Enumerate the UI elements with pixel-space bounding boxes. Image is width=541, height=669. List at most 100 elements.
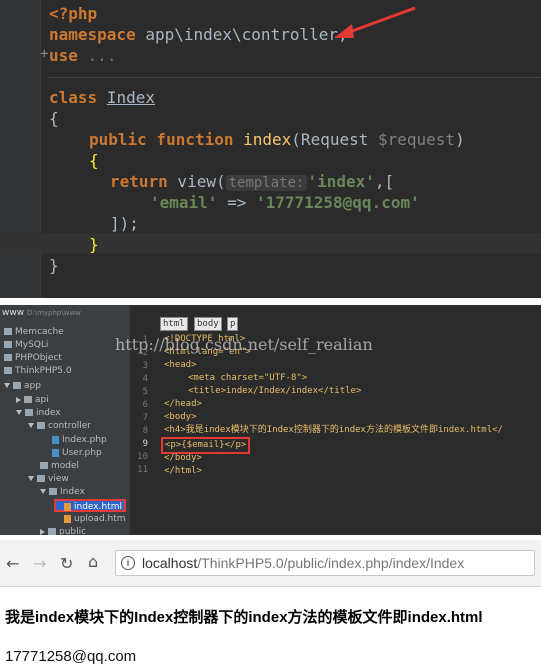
folder-icon [37,475,45,482]
brace: } [49,256,59,275]
browser-toolbar: ← → ↻ ⌂ i localhost/ThinkPHP5.0/public/i… [0,540,541,587]
reload-icon[interactable]: ↻ [60,554,73,573]
namespace-keyword: namespace [49,25,136,44]
code-line-8[interactable]: return view(template:'index',[ [110,171,394,194]
fold-plus-icon[interactable]: + [40,46,48,62]
expand-icon [4,383,10,388]
tree-item-api[interactable]: api [16,394,49,406]
address-bar[interactable]: i localhost/ThinkPHP5.0/public/index.php… [115,550,535,576]
line-number: 6 [142,400,148,410]
expand-icon [28,476,34,481]
template-string: 'index' [307,172,375,191]
tree-item-view-index[interactable]: Index [40,486,85,498]
body-open-line[interactable]: <body> [164,411,197,424]
php-code-editor: <?php namespace app\index\controller; us… [0,0,541,298]
line-number: 5 [142,387,148,397]
email-key: 'email' [150,193,218,212]
head-close-line[interactable]: </head> [164,398,202,411]
folder-icon [4,354,12,361]
tree-item-index-html[interactable]: index.html [54,499,126,512]
expand-icon [16,410,22,415]
folder-icon [4,341,12,348]
h4-line[interactable]: <h4>我是index模块下的Index控制器下的index方法的模板文件即in… [164,424,503,437]
tree-item-upload-htm[interactable]: upload.htm [64,513,126,525]
folder-icon [40,462,48,469]
breadcrumb-body[interactable]: body [194,317,222,331]
code-line-1[interactable]: <?php [49,3,97,24]
code-line-5[interactable]: { [49,108,59,129]
return-keyword: return [110,172,168,191]
line-number: 7 [142,413,148,423]
tree-root[interactable]: www D:\myphp\www [2,307,81,319]
back-arrow-icon[interactable]: ← [6,554,19,573]
tree-item-index-php[interactable]: Index.php [52,434,107,446]
tree-item-app[interactable]: app [4,380,41,392]
php-file-icon [52,435,59,444]
line-number: 3 [142,361,148,371]
code-line-7[interactable]: { [89,150,99,171]
brace: { [49,109,59,128]
folder-icon [48,528,56,535]
tree-item-model[interactable]: model [40,460,79,472]
tree-item-public[interactable]: public [40,526,86,535]
tree-item-thinkphp[interactable]: ThinkPHP5.0 [4,365,72,377]
collapse-icon [16,396,21,403]
php-file-icon [52,448,59,457]
breadcrumb-p[interactable]: p [227,317,239,331]
tree-item-mysqli[interactable]: MySQLi [4,339,48,351]
watermark: http://blog.csdn.net/self_realian [115,335,373,354]
code-line-4[interactable]: class Index [49,87,155,108]
collapse-icon [40,528,45,535]
folder-icon [49,488,57,495]
line-number: 10 [137,452,148,462]
line-number: 8 [142,426,148,436]
page-heading: 我是index模块下的Index控制器下的index方法的模板文件即index.… [5,609,483,626]
template-editor-panel: www D:\myphp\www Memcache MySQLi PHPObje… [0,305,541,535]
tree-item-memcache[interactable]: Memcache [4,326,64,338]
current-line-highlight [0,233,541,254]
html-file-icon [64,514,71,523]
code-line-12[interactable]: } [49,255,59,276]
title-line[interactable]: <title>index/Index/index</title> [188,385,361,398]
code-line-2[interactable]: namespace app\index\controller; [49,24,348,45]
method-name: index [233,130,292,149]
html-close-line[interactable]: </html> [164,465,202,478]
line-number: 11 [137,465,148,475]
home-icon[interactable]: ⌂ [88,552,98,571]
code-line-9[interactable]: 'email' => '17771258@qq.com' [150,192,420,213]
folder-icon [4,367,12,374]
tree-item-controller[interactable]: controller [28,420,91,432]
namespace-path: app\index\controller; [135,25,348,44]
parameter-hint: template: [225,175,308,191]
tree-item-view[interactable]: view [28,473,69,485]
code-line-6[interactable]: public function index(Request $request) [89,129,465,150]
tree-item-phpobject[interactable]: PHPObject [4,352,62,364]
folded-imports[interactable]: ... [78,46,117,65]
code-line-11[interactable]: } [89,234,99,255]
body-close-line[interactable]: </body> [164,452,202,465]
separator-line [49,77,541,78]
breadcrumb-html[interactable]: html [160,317,188,331]
html-file-icon [64,502,71,511]
folder-icon [37,422,45,429]
url-text: localhost/ThinkPHP5.0/public/index.php/i… [142,555,464,571]
tree-item-index[interactable]: index [16,407,61,419]
head-open-line[interactable]: <head> [164,359,197,372]
php-open-tag: <?php [49,4,98,23]
project-tree: www D:\myphp\www Memcache MySQLi PHPObje… [0,305,130,535]
code-line-3[interactable]: use ... [49,45,116,66]
array-open: ,[ [374,172,395,191]
info-icon[interactable]: i [121,556,135,570]
forward-arrow-icon[interactable]: → [33,554,46,573]
code-line-10[interactable]: ]); [110,213,139,234]
url-path: /ThinkPHP5.0/public/index.php/index/Inde… [197,555,465,571]
meta-line[interactable]: <meta charset="UTF-8"> [188,372,307,385]
line-number: 9 [142,439,148,449]
annotation-arrow-icon [334,6,416,38]
brace: } [89,235,99,254]
args-close: ) [455,130,465,149]
browser-window: ← → ↻ ⌂ i localhost/ThinkPHP5.0/public/i… [0,540,541,669]
tree-item-user-php[interactable]: User.php [52,447,102,459]
class-name: Index [106,88,155,107]
use-keyword: use [49,46,78,65]
